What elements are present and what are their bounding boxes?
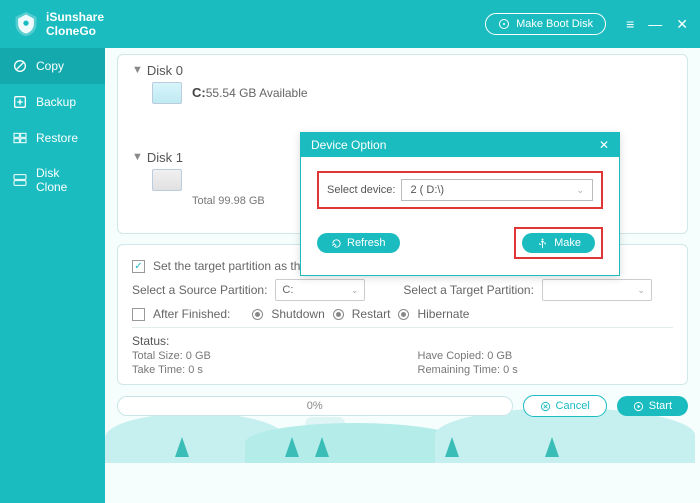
hibernate-radio[interactable] bbox=[398, 309, 409, 320]
progress-bar: 0% bbox=[117, 396, 513, 416]
disk1-title: Disk 1 bbox=[147, 150, 183, 165]
drive-icon bbox=[152, 82, 182, 104]
brand-text: iSunshare CloneGo bbox=[46, 10, 104, 38]
title-bar: iSunshare CloneGo Make Boot Disk ≡ — ✕ bbox=[0, 0, 700, 48]
shutdown-radio[interactable] bbox=[252, 309, 263, 320]
make-boot-disk-label: Make Boot Disk bbox=[516, 18, 593, 30]
hibernate-label: Hibernate bbox=[417, 307, 469, 321]
status-take-time: Take Time: 0 s bbox=[132, 364, 388, 376]
after-finished-checkbox[interactable] bbox=[132, 308, 145, 321]
chevron-down-icon: ⌄ bbox=[351, 285, 359, 296]
drive-icon bbox=[152, 169, 182, 191]
status-total-size: Total Size: 0 GB bbox=[132, 350, 388, 362]
make-button-highlight: Make bbox=[514, 227, 603, 259]
source-partition-label: Select a Source Partition: bbox=[132, 283, 267, 297]
disc-icon bbox=[498, 18, 510, 30]
sidebar-label-copy: Copy bbox=[36, 59, 64, 73]
sidebar-label-disk-clone: Disk Clone bbox=[36, 166, 93, 194]
disk0-part-info: 55.54 GB Available bbox=[206, 86, 308, 100]
sidebar: Copy Backup Restore Disk Clone bbox=[0, 48, 105, 503]
make-button[interactable]: Make bbox=[522, 233, 595, 253]
brand-icon bbox=[12, 10, 40, 38]
select-device-dropdown[interactable]: 2 ( D:\) ⌄ bbox=[401, 179, 593, 201]
source-partition-select[interactable]: C: ⌄ bbox=[275, 279, 365, 301]
backup-icon bbox=[12, 94, 28, 110]
sidebar-label-backup: Backup bbox=[36, 95, 76, 109]
sidebar-item-disk-clone[interactable]: Disk Clone bbox=[0, 156, 105, 204]
app-logo: iSunshare CloneGo bbox=[12, 10, 104, 38]
usb-icon bbox=[536, 238, 549, 249]
restart-radio[interactable] bbox=[333, 309, 344, 320]
bottom-bar: 0% Cancel Start bbox=[117, 395, 688, 417]
select-device-highlight: Select device: 2 ( D:\) ⌄ bbox=[317, 171, 603, 209]
sidebar-item-restore[interactable]: Restore bbox=[0, 120, 105, 156]
chevron-down-icon: ⌄ bbox=[637, 285, 645, 296]
progress-text: 0% bbox=[307, 400, 323, 412]
target-partition-label: Select a Target Partition: bbox=[403, 283, 534, 297]
close-icon[interactable]: ✕ bbox=[676, 16, 688, 33]
chevron-down-icon: ▼ bbox=[132, 151, 143, 163]
source-partition-value: C: bbox=[282, 284, 293, 296]
sidebar-item-copy[interactable]: Copy bbox=[0, 48, 105, 84]
start-label: Start bbox=[649, 400, 672, 412]
chevron-down-icon: ⌄ bbox=[576, 185, 584, 196]
dialog-close-icon[interactable]: ✕ bbox=[599, 138, 609, 152]
select-device-label: Select device: bbox=[327, 184, 395, 196]
cancel-icon bbox=[540, 401, 551, 412]
chevron-down-icon: ▼ bbox=[132, 64, 143, 76]
restore-icon bbox=[12, 130, 28, 146]
copy-icon bbox=[12, 58, 28, 74]
start-button[interactable]: Start bbox=[617, 396, 688, 416]
device-option-dialog: Device Option ✕ Select device: 2 ( D:\) … bbox=[300, 132, 620, 276]
dialog-title: Device Option bbox=[311, 138, 386, 152]
disk0-partition-row[interactable]: C:55.54 GB Available bbox=[152, 82, 673, 104]
select-device-value: 2 ( D:\) bbox=[410, 184, 444, 196]
refresh-label: Refresh bbox=[347, 237, 386, 249]
sidebar-label-restore: Restore bbox=[36, 131, 78, 145]
disk0-header[interactable]: ▼ Disk 0 bbox=[132, 63, 673, 78]
target-partition-select[interactable]: ⌄ bbox=[542, 279, 652, 301]
content-area: ▼ Disk 0 C:55.54 GB Available ▼ Disk 1 T… bbox=[105, 48, 700, 503]
make-label: Make bbox=[554, 237, 581, 249]
cancel-label: Cancel bbox=[556, 400, 590, 412]
disk0-title: Disk 0 bbox=[147, 63, 183, 78]
refresh-button[interactable]: Refresh bbox=[317, 233, 400, 253]
dialog-header: Device Option ✕ bbox=[301, 133, 619, 157]
restart-label: Restart bbox=[352, 307, 391, 321]
disk0-part-letter: C: bbox=[192, 85, 206, 100]
minimize-icon[interactable]: — bbox=[648, 16, 662, 32]
status-remaining-time: Remaining Time: 0 s bbox=[418, 364, 674, 376]
disk-clone-icon bbox=[12, 172, 28, 188]
status-have-copied: Have Copied: 0 GB bbox=[418, 350, 674, 362]
cancel-button[interactable]: Cancel bbox=[523, 395, 607, 417]
brand-line2: CloneGo bbox=[46, 24, 104, 38]
sidebar-item-backup[interactable]: Backup bbox=[0, 84, 105, 120]
after-finished-label: After Finished: bbox=[153, 307, 230, 321]
status-title: Status: bbox=[132, 334, 673, 348]
menu-icon[interactable]: ≡ bbox=[626, 16, 634, 32]
boot-disk-checkbox[interactable]: ✓ bbox=[132, 260, 145, 273]
play-icon bbox=[633, 401, 644, 412]
brand-line1: iSunshare bbox=[46, 10, 104, 24]
make-boot-disk-button[interactable]: Make Boot Disk bbox=[485, 13, 606, 35]
shutdown-label: Shutdown bbox=[271, 307, 324, 321]
refresh-icon bbox=[331, 238, 342, 249]
